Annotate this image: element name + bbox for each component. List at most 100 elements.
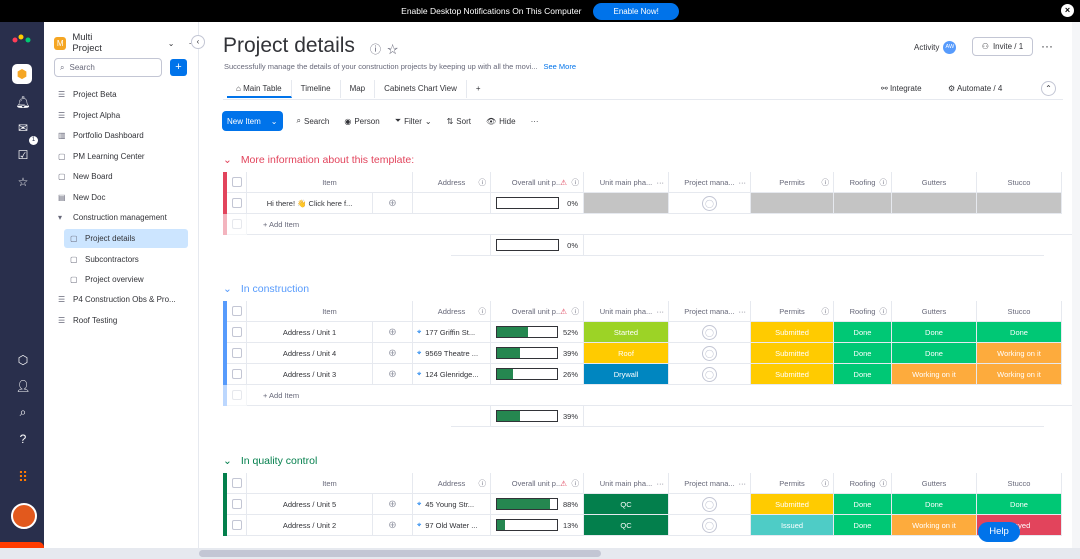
status-phase[interactable]: Drywall	[584, 364, 669, 385]
item-name[interactable]: Address / Unit 1	[247, 322, 373, 343]
column-header-item[interactable]: Item	[247, 473, 413, 494]
sidebar-item-p4-construction[interactable]: ☰ P4 Construction Obs & Pro...	[52, 290, 188, 309]
person-placeholder-icon[interactable]: ◯	[702, 496, 717, 512]
person-placeholder-icon[interactable]: ◯	[702, 517, 717, 533]
star-icon[interactable]: ☆	[387, 44, 398, 56]
status-label[interactable]	[834, 193, 891, 213]
info-icon[interactable]: ⓘ	[880, 177, 888, 188]
info-icon[interactable]: ⓘ	[572, 306, 580, 317]
updates-cell[interactable]: ⊕	[373, 364, 413, 385]
item-name[interactable]: Address / Unit 2	[247, 515, 373, 536]
sidebar-item-project-details[interactable]: ▢ Project details	[64, 229, 188, 248]
apps-grid-icon[interactable]: ⠿	[13, 467, 33, 487]
home-icon[interactable]: ⬢	[12, 64, 32, 84]
more-icon[interactable]: ···	[657, 479, 665, 488]
hide-button[interactable]: 👁︎ Hide	[486, 117, 516, 126]
column-header[interactable]: Stucco	[977, 172, 1062, 193]
status-label[interactable]: Working on it	[892, 364, 976, 384]
more-icon[interactable]: ···	[657, 178, 665, 187]
chevron-down-icon[interactable]: ⌄	[223, 154, 232, 166]
status-roofing[interactable]: Done	[834, 494, 892, 515]
chevron-down-icon[interactable]: ⌄	[223, 455, 232, 467]
add-item-input[interactable]: + Add Item	[247, 385, 1080, 406]
status-label[interactable]: Done	[977, 494, 1061, 514]
status-label[interactable]: Submitted	[751, 343, 833, 363]
tab-main-table[interactable]: ⌂ Main Table	[227, 80, 292, 98]
row-checkbox-cell[interactable]	[227, 494, 247, 515]
item-name[interactable]: Hi there! 👋 Click here f...	[247, 193, 373, 214]
column-header[interactable]: Stucco	[977, 301, 1062, 322]
tab-cabinets-chart-view[interactable]: Cabinets Chart View	[375, 80, 467, 98]
more-icon[interactable]: ···	[739, 307, 747, 316]
status-label[interactable]: Roof	[584, 343, 668, 363]
collapse-sidebar-icon[interactable]: ‹	[191, 35, 205, 49]
checkbox[interactable]	[231, 369, 242, 379]
more-icon[interactable]: ···	[739, 479, 747, 488]
close-icon[interactable]: ×	[1061, 4, 1074, 17]
status-label[interactable]: Done	[834, 322, 891, 342]
status-gutters[interactable]: Done	[892, 322, 977, 343]
column-header[interactable]: Address ⓘ	[413, 172, 491, 193]
status-label[interactable]: Done	[834, 494, 891, 514]
address-cell[interactable]	[413, 193, 491, 214]
info-icon[interactable]: ⓘ	[479, 306, 487, 317]
status-phase[interactable]	[584, 193, 669, 214]
sidebar-search-input[interactable]: ⌕ Search	[54, 58, 162, 77]
help-button[interactable]: Help	[978, 522, 1020, 542]
checkbox[interactable]	[231, 520, 242, 530]
column-header[interactable]: Unit main pha... ···	[584, 301, 669, 322]
info-icon[interactable]: ⓘ	[479, 177, 487, 188]
column-header[interactable]: Project mana... ···	[669, 473, 751, 494]
status-label[interactable]: Working on it	[977, 343, 1061, 363]
status-phase[interactable]: Started	[584, 322, 669, 343]
warning-icon[interactable]: ⚠	[560, 307, 567, 316]
favorites-icon[interactable]: ☆	[13, 172, 33, 192]
page-title[interactable]: Project details	[223, 34, 355, 58]
column-header[interactable]: Address ⓘ	[413, 473, 491, 494]
sidebar-folder-construction-management[interactable]: ▾ Construction management	[52, 208, 188, 227]
see-more-link[interactable]: See More	[544, 62, 577, 71]
project-manager-cell[interactable]: ◯	[669, 343, 751, 364]
workspace-selector[interactable]: M Multi Project ⌄ ···	[54, 32, 198, 54]
status-label[interactable]: Done	[977, 322, 1061, 342]
status-label[interactable]: Drywall	[584, 364, 668, 384]
status-label[interactable]	[751, 193, 833, 213]
column-header[interactable]: Permits ⓘ	[751, 172, 834, 193]
person-filter-button[interactable]: ◉ Person	[344, 117, 379, 126]
scroll-thumb[interactable]	[199, 550, 601, 557]
status-label[interactable]: QC	[584, 494, 668, 514]
info-icon[interactable]: ⓘ	[572, 177, 580, 188]
integrate-button[interactable]: ⚯ Integrate	[881, 84, 922, 93]
warning-icon[interactable]: ⚠	[560, 479, 567, 488]
status-permits[interactable]: Submitted	[751, 343, 834, 364]
chevron-down-icon[interactable]: ⌄	[271, 117, 278, 126]
status-roofing[interactable]: Done	[834, 322, 892, 343]
inbox-icon[interactable]: ✉	[13, 118, 33, 138]
sidebar-item-roof-testing[interactable]: ☰ Roof Testing	[52, 311, 188, 330]
status-permits[interactable]: Issued	[751, 515, 834, 536]
bell-icon[interactable]: 🔔︎	[13, 92, 33, 112]
add-update-icon[interactable]: ⊕	[388, 348, 396, 359]
checkbox[interactable]	[231, 198, 242, 208]
add-update-icon[interactable]: ⊕	[388, 499, 396, 510]
column-header[interactable]: Unit main pha... ···	[584, 172, 669, 193]
status-label[interactable]: Working on it	[977, 364, 1061, 384]
person-placeholder-icon[interactable]: ◯	[702, 345, 717, 361]
address-cell[interactable]: ⌖ 9569 Theatre ...	[413, 343, 491, 364]
group-title[interactable]: ⌄ In quality control	[223, 455, 317, 467]
enable-now-button[interactable]: Enable Now!	[593, 2, 679, 20]
updates-cell[interactable]: ⊕	[373, 494, 413, 515]
person-placeholder-icon[interactable]: ◯	[702, 195, 717, 211]
sidebar-item-subcontractors[interactable]: ▢ Subcontractors	[64, 250, 188, 269]
checkbox[interactable]	[231, 478, 242, 488]
vertical-scrollbar[interactable]	[1072, 22, 1080, 548]
item-name[interactable]: Address / Unit 3	[247, 364, 373, 385]
item-name[interactable]: Address / Unit 5	[247, 494, 373, 515]
status-label[interactable]	[977, 193, 1061, 213]
status-phase[interactable]: QC	[584, 494, 669, 515]
sidebar-item-project-beta[interactable]: ☰ Project Beta	[52, 85, 188, 104]
status-roofing[interactable]: Done	[834, 343, 892, 364]
item-name[interactable]: Address / Unit 4	[247, 343, 373, 364]
help-icon[interactable]: ?	[13, 429, 33, 449]
chevron-down-icon[interactable]: ⌄	[425, 117, 432, 126]
